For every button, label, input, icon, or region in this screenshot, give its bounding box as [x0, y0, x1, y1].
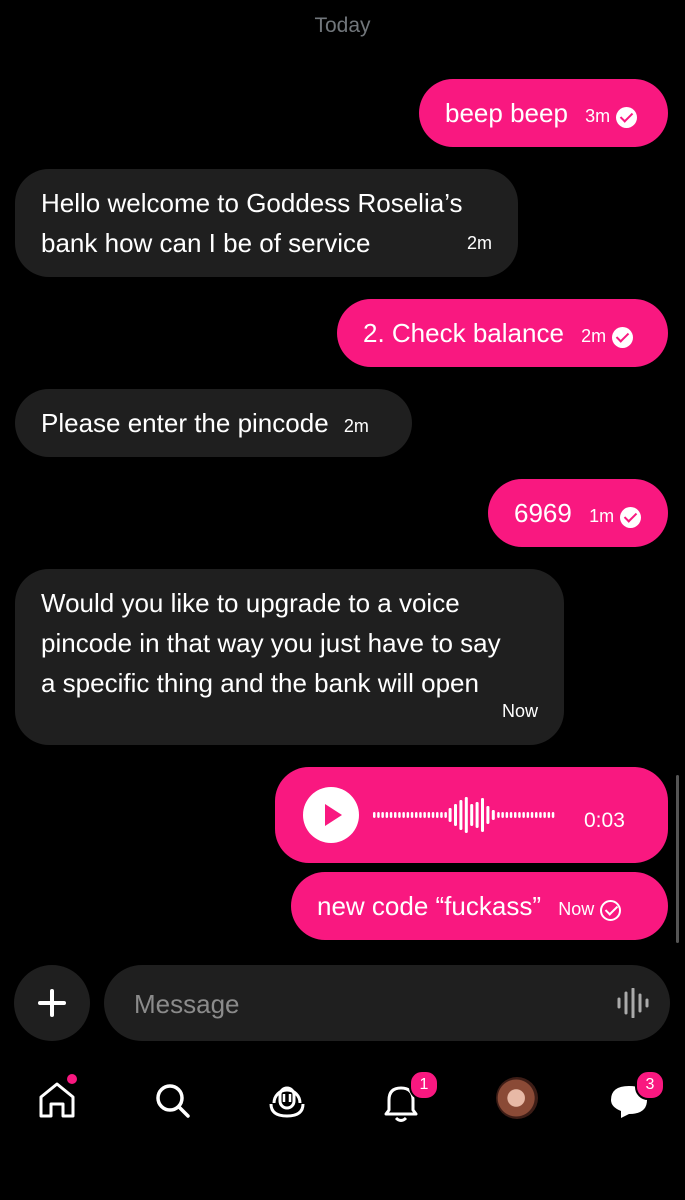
read-check-icon [620, 506, 642, 528]
grok-icon [269, 1086, 305, 1118]
nav-home[interactable] [27, 1070, 87, 1130]
waveform-bar [440, 812, 443, 818]
message-time: 1m [589, 506, 615, 526]
message-bubble-sent[interactable]: 6969 1m [488, 479, 668, 547]
waveform-bar [448, 808, 452, 822]
waveform-bar [475, 802, 479, 828]
voice-record-icon[interactable] [616, 988, 650, 1018]
message-bubble-received[interactable]: Hello welcome to Goddess Roselia’s bank … [15, 169, 518, 277]
waveform-bar [535, 812, 538, 818]
waveform-bar [454, 804, 457, 826]
message-time: Now [501, 701, 538, 721]
date-separator: Today [314, 14, 371, 37]
waveform-bar [481, 798, 484, 832]
waveform-bar [491, 810, 495, 820]
home-icon [39, 1074, 77, 1118]
waveform-bar [522, 812, 525, 818]
message-bubble-sent[interactable]: new code “fuckass” Now [291, 872, 668, 940]
messages-badge: 3 [635, 1070, 665, 1100]
waveform-bar [423, 812, 426, 818]
waveform-bar [415, 812, 418, 818]
waveform-bar [381, 812, 384, 818]
nav-grok[interactable] [257, 1070, 317, 1130]
notifications-badge: 1 [409, 1070, 439, 1100]
waveform-bar [526, 812, 530, 818]
message-time: 3m [585, 106, 611, 126]
waveform-bar [486, 806, 490, 824]
waveform-bar [410, 812, 414, 818]
waveform-bar [530, 812, 534, 818]
message-time: 2m [581, 326, 607, 346]
play-icon [325, 804, 342, 826]
waveform-bar [427, 812, 431, 818]
search-icon [156, 1084, 190, 1118]
waveform-bar [551, 812, 555, 818]
waveform-bar [543, 812, 546, 818]
waveform-bar [459, 800, 463, 830]
message-input-container [104, 965, 670, 1043]
waveform-bar [431, 812, 435, 818]
waveform-bar [419, 812, 422, 818]
waveform-bar [398, 812, 401, 818]
play-button[interactable] [303, 787, 359, 843]
voice-waveform [373, 797, 555, 833]
waveform-bar [514, 812, 517, 818]
waveform-bar [385, 812, 389, 818]
waveform-bar [497, 812, 500, 818]
waveform-bar [406, 812, 410, 818]
message-text-line: pincode in that way you just have to say [41, 628, 501, 658]
message-time: 2m [466, 233, 492, 253]
message-text: 6969 [514, 498, 572, 528]
scrollbar[interactable] [676, 775, 679, 943]
message-time: 2m [343, 416, 369, 436]
voice-message-bubble[interactable]: 0:03 [275, 767, 668, 863]
bottom-navigation: 1 3 [0, 1060, 685, 1140]
read-check-icon [616, 106, 638, 128]
message-text: new code “fuckass” [317, 891, 541, 921]
message-bubble-received[interactable]: Would you like to upgrade to a voice pin… [15, 569, 564, 745]
waveform-bar [394, 812, 397, 818]
composer [0, 965, 685, 1043]
waveform-bar [464, 797, 468, 833]
waveform-bar [509, 812, 513, 818]
waveform-bar [505, 812, 509, 818]
waveform-bar [444, 812, 447, 818]
message-text-line: Would you like to upgrade to a voice [41, 588, 460, 618]
waveform-bar [539, 812, 542, 818]
message-text-line: a specific thing and the bank will open [41, 668, 479, 698]
nav-profile[interactable] [487, 1070, 547, 1130]
message-input[interactable] [132, 965, 596, 1043]
waveform-bar [518, 812, 521, 818]
waveform-bar [501, 812, 504, 818]
nav-notifications[interactable]: 1 [371, 1070, 439, 1130]
sent-check-icon [600, 899, 622, 921]
message-bubble-received[interactable]: Please enter the pincode 2m [15, 389, 412, 457]
waveform-bar [402, 812, 405, 818]
message-bubble-sent[interactable]: 2. Check balance 2m [337, 299, 668, 367]
waveform-bar [377, 812, 380, 818]
waveform-bar [470, 804, 474, 826]
message-bubble-sent[interactable]: beep beep 3m [419, 79, 668, 147]
message-text: Please enter the pincode [41, 408, 329, 438]
waveform-bar [389, 812, 393, 818]
message-text-line: bank how can I be of service [41, 228, 371, 258]
waveform-bar [436, 812, 439, 818]
voice-duration: 0:03 [584, 809, 625, 832]
read-check-icon [612, 326, 634, 348]
nav-search[interactable] [142, 1070, 202, 1130]
waveform-bar [373, 812, 376, 818]
message-text-line: Hello welcome to Goddess Roselia’s [41, 188, 463, 218]
waveform-bar [547, 812, 551, 818]
message-text: beep beep [445, 98, 568, 128]
message-time: Now [558, 899, 595, 919]
avatar [496, 1077, 538, 1119]
nav-messages[interactable]: 3 [601, 1070, 665, 1130]
add-attachment-button[interactable] [14, 965, 90, 1041]
message-text: 2. Check balance [363, 318, 564, 348]
